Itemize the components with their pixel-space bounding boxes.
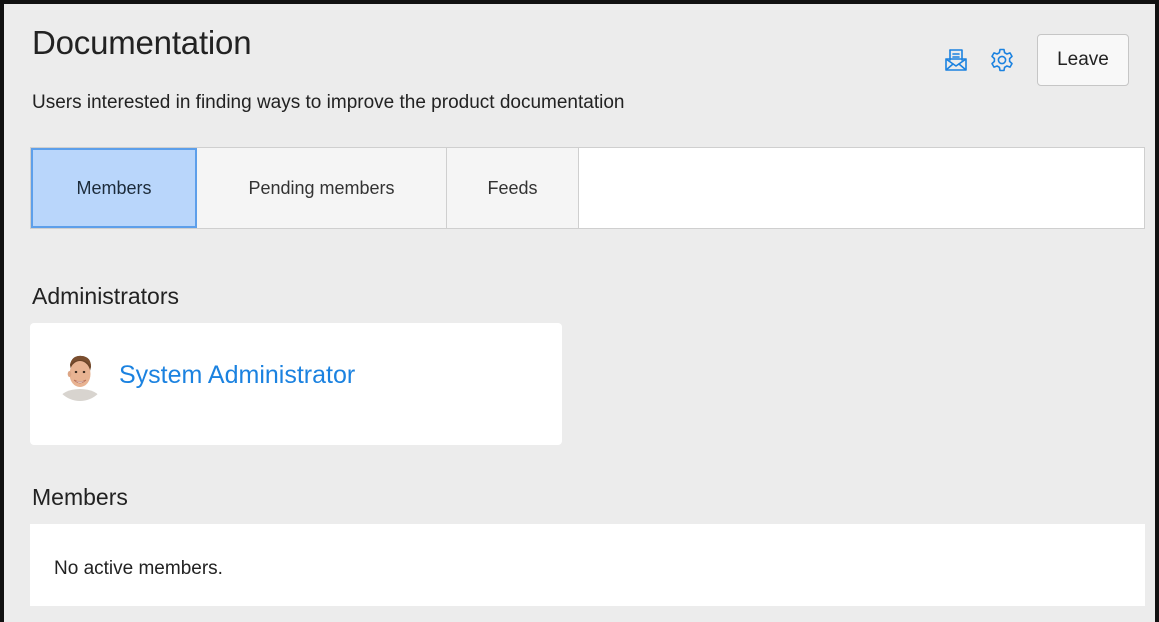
avatar (54, 349, 106, 401)
header-actions: Leave (943, 34, 1129, 86)
group-page: Documentation Leave Users interested in … (0, 0, 1159, 622)
mail-icon[interactable] (943, 47, 969, 73)
administrators-heading: Administrators (32, 283, 179, 309)
tab-members[interactable]: Members (31, 148, 197, 228)
members-heading: Members (32, 484, 128, 510)
gear-icon[interactable] (989, 47, 1015, 73)
empty-members-message: No active members. (54, 558, 223, 579)
members-list: No active members. (30, 524, 1145, 606)
admin-name-link[interactable]: System Administrator (119, 361, 355, 390)
tab-pending-members[interactable]: Pending members (197, 148, 447, 228)
tab-feeds[interactable]: Feeds (447, 148, 579, 228)
tab-bar: Members Pending members Feeds (30, 147, 1145, 229)
page-title: Documentation (32, 24, 252, 61)
administrator-card: System Administrator (30, 323, 562, 445)
leave-button[interactable]: Leave (1037, 34, 1129, 86)
group-description: Users interested in finding ways to impr… (32, 92, 625, 113)
